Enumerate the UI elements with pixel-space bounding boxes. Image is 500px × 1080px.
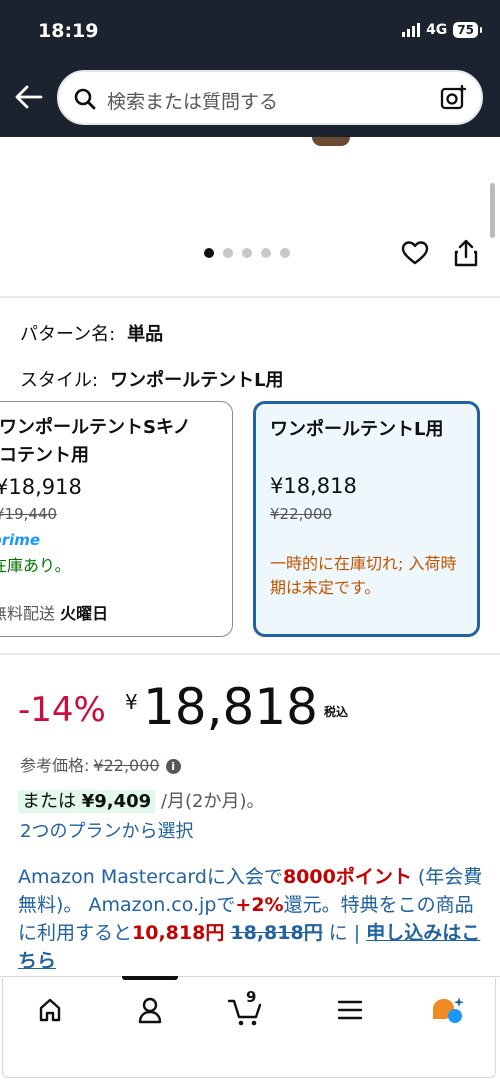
variation-stock: 在庫あり。 (0, 556, 71, 575)
installment-row: または ¥9,409 /月(2か月)。 (18, 787, 265, 813)
installment-prefix: または (22, 791, 76, 812)
shipping-label: 無料配送 (0, 604, 56, 623)
info-icon[interactable]: i (165, 759, 181, 774)
battery-icon: 75 (453, 22, 482, 38)
active-tab-indicator (122, 976, 178, 980)
variation-shipping: 無料配送 火曜日 (0, 600, 108, 624)
pattern-value: 単品 (127, 324, 164, 345)
signal-icon (402, 23, 421, 37)
share-icon[interactable] (453, 238, 479, 272)
variation-list-price: ¥22,000 (270, 505, 333, 523)
variation-list-price: ¥19,440 (0, 505, 58, 523)
carousel-dots (204, 248, 290, 258)
carousel-dot (242, 248, 252, 258)
variation-name: ワンポールテントL用 (270, 419, 444, 440)
variation-price: ¥18,818 (270, 474, 357, 498)
currency-symbol: ¥ (125, 690, 138, 714)
back-arrow-icon[interactable] (14, 84, 44, 110)
status-time: 18:19 (38, 20, 99, 42)
reference-price: ¥22,000 (93, 756, 160, 775)
divider (0, 296, 500, 298)
scrollbar (490, 183, 495, 238)
pattern-row: パターン名: 単品 (20, 320, 163, 346)
installment-amount: ¥9,409 (81, 791, 152, 812)
top-bar: 18:19 4G 75 検索または質問する (0, 0, 500, 137)
cart-icon[interactable]: 9 (226, 988, 266, 1030)
installment-highlight: または ¥9,409 (18, 790, 156, 813)
search-input[interactable]: 検索または質問する (107, 87, 278, 114)
cart-count: 9 (246, 988, 257, 1006)
reference-price-label: 参考価格: (20, 756, 90, 775)
product-image-carousel[interactable] (0, 137, 500, 297)
carousel-dot (261, 248, 271, 258)
promo-rate: +2% (235, 894, 284, 916)
discount-percent: -14% (18, 690, 106, 730)
divider (0, 653, 500, 655)
camera-search-icon[interactable] (439, 84, 467, 116)
variation-price: ¥18,918 (0, 475, 82, 499)
installment-plans-link[interactable]: 2つのプランから選択 (20, 817, 193, 843)
style-label: スタイル: (20, 370, 99, 391)
prime-badge: prime (0, 531, 41, 549)
style-value: ワンポールテントL用 (110, 370, 284, 391)
variation-card-s[interactable]: ワンポールテントSキノコテント用 ¥18,918 ¥19,440 prime 在… (0, 401, 233, 637)
promo-new-price: 10,818円 (132, 922, 225, 944)
mastercard-promo: Amazon Mastercardに入会で8000ポイント (年会費無料)。 A… (18, 863, 488, 975)
promo-old-price: 18,818円 (230, 922, 323, 944)
carousel-dot (280, 248, 290, 258)
status-icons: 4G 75 (402, 22, 482, 38)
rufus-assistant-icon[interactable] (428, 990, 468, 1030)
account-icon[interactable] (130, 990, 170, 1030)
pattern-label: パターン名: (20, 324, 116, 345)
variation-card-l-selected[interactable]: ワンポールテントL用 ¥18,818 ¥22,000 一時的に在庫切れ; 入荷時… (253, 401, 480, 637)
variation-name: ワンポールテントSキノコテント用 (0, 417, 191, 466)
product-price: 18,818 (143, 678, 318, 736)
tax-label: 税込 (324, 705, 349, 719)
installment-suffix: /月(2か月)。 (160, 791, 265, 812)
carousel-dot (204, 248, 214, 258)
product-image (312, 137, 350, 146)
carousel-dot (223, 248, 233, 258)
home-icon[interactable] (30, 990, 70, 1030)
bottom-nav: 9 (0, 976, 500, 1080)
promo-points: 8000ポイント (282, 866, 412, 888)
style-row: スタイル: ワンポールテントL用 (20, 366, 284, 392)
promo-text: に | (322, 922, 367, 944)
search-bar[interactable]: 検索または質問する (57, 70, 483, 125)
bottom-nav-border (0, 976, 500, 977)
menu-icon[interactable] (330, 990, 370, 1030)
network-label: 4G (426, 22, 448, 38)
heart-icon[interactable] (401, 240, 429, 270)
promo-text: Amazon Mastercardに入会で (18, 866, 283, 888)
shipping-day: 火曜日 (60, 604, 109, 623)
search-icon (73, 87, 97, 115)
reference-price-row: 参考価格: ¥22,000 i (20, 752, 181, 776)
variation-stock: 一時的に在庫切れ; 入荷時期は未定です。 (270, 554, 457, 597)
